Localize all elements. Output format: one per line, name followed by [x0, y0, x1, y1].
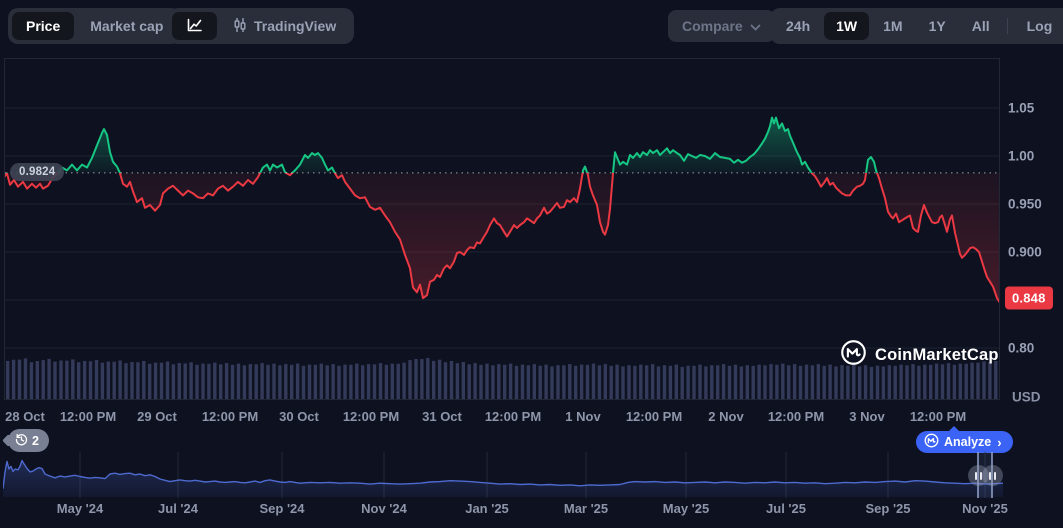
- range-1y[interactable]: 1Y: [917, 12, 958, 40]
- line-chart-type-button[interactable]: [172, 12, 217, 40]
- events-history-badge[interactable]: 2: [8, 429, 49, 452]
- toolbar-divider: [1007, 18, 1008, 34]
- time-axis-tick: 31 Oct: [422, 409, 462, 424]
- history-clock-icon: [15, 433, 28, 449]
- analyze-logo-icon: [924, 433, 939, 451]
- overview-range-chart[interactable]: [3, 452, 1003, 498]
- tradingview-chart-type-button[interactable]: TradingView: [219, 12, 350, 40]
- coinmarketcap-watermark: CoinMarketCap: [840, 339, 999, 371]
- price-axis-tick: 0.950: [1008, 197, 1042, 212]
- analyze-label: Analyze: [944, 435, 991, 449]
- grip-bar: [989, 472, 991, 480]
- time-axis-tick: 12:00 PM: [60, 409, 116, 424]
- time-axis-tick: 12:00 PM: [768, 409, 824, 424]
- price-axis-tick: 0.900: [1008, 245, 1042, 260]
- analyze-chevron-icon: ›: [997, 435, 1001, 450]
- overview-axis-tick: Sep '25: [865, 501, 910, 516]
- overview-axis-tick: Jul '24: [158, 501, 198, 516]
- log-scale-button[interactable]: Log: [1013, 12, 1063, 40]
- range-1w[interactable]: 1W: [824, 12, 869, 40]
- chevron-down-icon: [750, 18, 761, 34]
- baseline-price-label: 0.9824: [10, 163, 64, 181]
- overview-axis-tick: Mar '25: [564, 501, 608, 516]
- time-axis-tick: 12:00 PM: [626, 409, 682, 424]
- tab-market-cap[interactable]: Market cap: [76, 12, 177, 40]
- price-axis-tick: 0.80: [1008, 341, 1034, 356]
- time-axis-tick: 2 Nov: [708, 409, 743, 424]
- watermark-text: CoinMarketCap: [875, 346, 999, 365]
- line-chart-icon: [186, 17, 203, 36]
- overview-axis-tick: May '25: [663, 501, 709, 516]
- range-all[interactable]: All: [960, 12, 1002, 40]
- time-axis-tick: 29 Oct: [137, 409, 177, 424]
- time-axis-tick: 12:00 PM: [343, 409, 399, 424]
- overview-axis-tick: May '24: [57, 501, 103, 516]
- range-1m[interactable]: 1M: [871, 12, 914, 40]
- overview-axis-tick: Nov '24: [361, 501, 407, 516]
- tab-price[interactable]: Price: [12, 12, 74, 40]
- chart-type-toggle: TradingView: [168, 8, 354, 44]
- grip-bar: [975, 472, 977, 480]
- overview-axis-tick: Jul '25: [766, 501, 806, 516]
- overview-axis-tick: Jan '25: [465, 501, 509, 516]
- price-axis-tick: 1.00: [1008, 149, 1034, 164]
- time-axis-tick: 1 Nov: [565, 409, 600, 424]
- history-count: 2: [32, 434, 39, 448]
- overview-axis-tick: Nov '25: [962, 501, 1008, 516]
- time-axis-tick: 28 Oct: [5, 409, 45, 424]
- time-axis-tick: 30 Oct: [279, 409, 319, 424]
- time-axis-tick: 12:00 PM: [910, 409, 966, 424]
- currency-axis-label: USD: [1012, 390, 1041, 405]
- compare-button[interactable]: Compare: [668, 10, 775, 42]
- range-handle-right[interactable]: [982, 465, 1003, 486]
- time-axis-tick: 12:00 PM: [485, 409, 541, 424]
- tradingview-label: TradingView: [254, 18, 336, 34]
- compare-label: Compare: [682, 18, 743, 34]
- overview-chart-canvas: [3, 452, 1003, 498]
- current-price-badge: 0.848: [1005, 287, 1053, 310]
- price-axis-tick: 1.05: [1008, 101, 1034, 116]
- coinmarketcap-logo-icon: [840, 339, 867, 371]
- crypto-chart-widget: Price Market cap TradingView Compare: [0, 0, 1063, 528]
- analyze-button[interactable]: Analyze ›: [916, 431, 1013, 453]
- overview-axis-tick: Sep '24: [259, 501, 304, 516]
- grip-bar: [994, 472, 996, 480]
- time-axis-tick: 3 Nov: [849, 409, 884, 424]
- time-axis-tick: 12:00 PM: [202, 409, 258, 424]
- candlestick-icon: [233, 17, 247, 36]
- price-marketcap-toggle: Price Market cap: [8, 8, 181, 44]
- range-selector: 24h1W1M1YAll Log: [770, 8, 1063, 44]
- range-24h[interactable]: 24h: [774, 12, 822, 40]
